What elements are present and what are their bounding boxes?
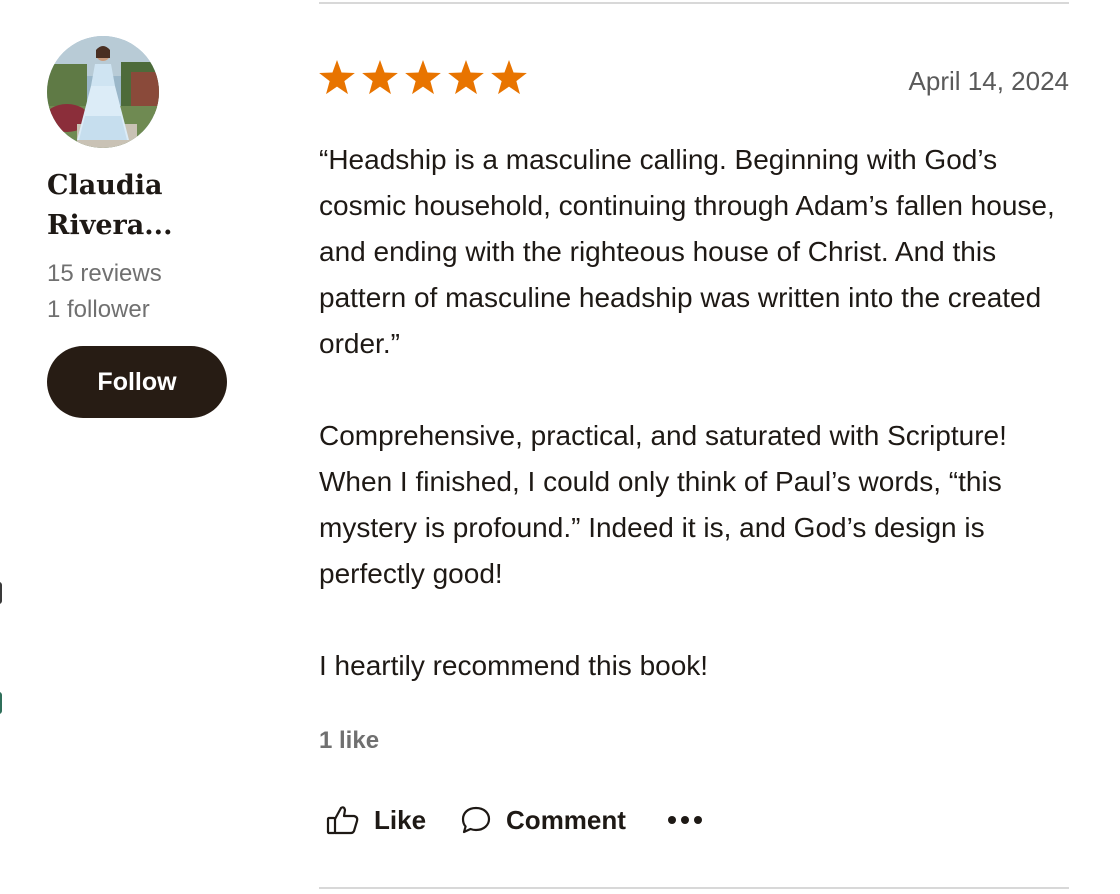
- review-text: “Headship is a masculine calling. Beginn…: [319, 137, 1069, 689]
- star-icon: [490, 60, 528, 96]
- edge-mark: [0, 582, 2, 604]
- more-options-icon[interactable]: [667, 800, 702, 840]
- review-paragraph: “Headship is a masculine calling. Beginn…: [319, 144, 1055, 359]
- star-icon: [404, 60, 442, 96]
- follow-button[interactable]: Follow: [47, 346, 227, 418]
- comment-button[interactable]: Comment: [460, 805, 626, 836]
- like-button[interactable]: Like: [326, 804, 426, 836]
- reviewer-reviews-count: 15 reviews: [47, 260, 162, 287]
- like-label: Like: [374, 804, 427, 835]
- star-icon: [361, 60, 399, 96]
- like-count[interactable]: 1 like: [319, 727, 379, 755]
- edge-mark: [0, 692, 2, 714]
- review-card: Claudia Rivera... 15 reviews 1 follower …: [0, 0, 1120, 894]
- divider: [319, 887, 1069, 889]
- avatar[interactable]: [47, 36, 159, 148]
- star-icon: [318, 60, 356, 96]
- comment-icon: [460, 805, 492, 835]
- thumbs-up-icon: [326, 804, 360, 836]
- comment-label: Comment: [506, 804, 626, 835]
- divider: [319, 2, 1069, 4]
- reviewer-profile: Claudia Rivera... 15 reviews 1 follower …: [47, 36, 247, 418]
- reviewer-followers-count: 1 follower: [47, 296, 150, 323]
- review-date[interactable]: April 14, 2024: [909, 66, 1069, 97]
- star-rating: [318, 60, 528, 96]
- review-paragraph: I heartily recommend this book!: [319, 650, 709, 681]
- review-actions: Like Comment: [326, 800, 702, 840]
- reviewer-name[interactable]: Claudia Rivera...: [47, 166, 217, 246]
- star-icon: [447, 60, 485, 96]
- review-paragraph: Comprehensive, practical, and saturated …: [319, 420, 1007, 589]
